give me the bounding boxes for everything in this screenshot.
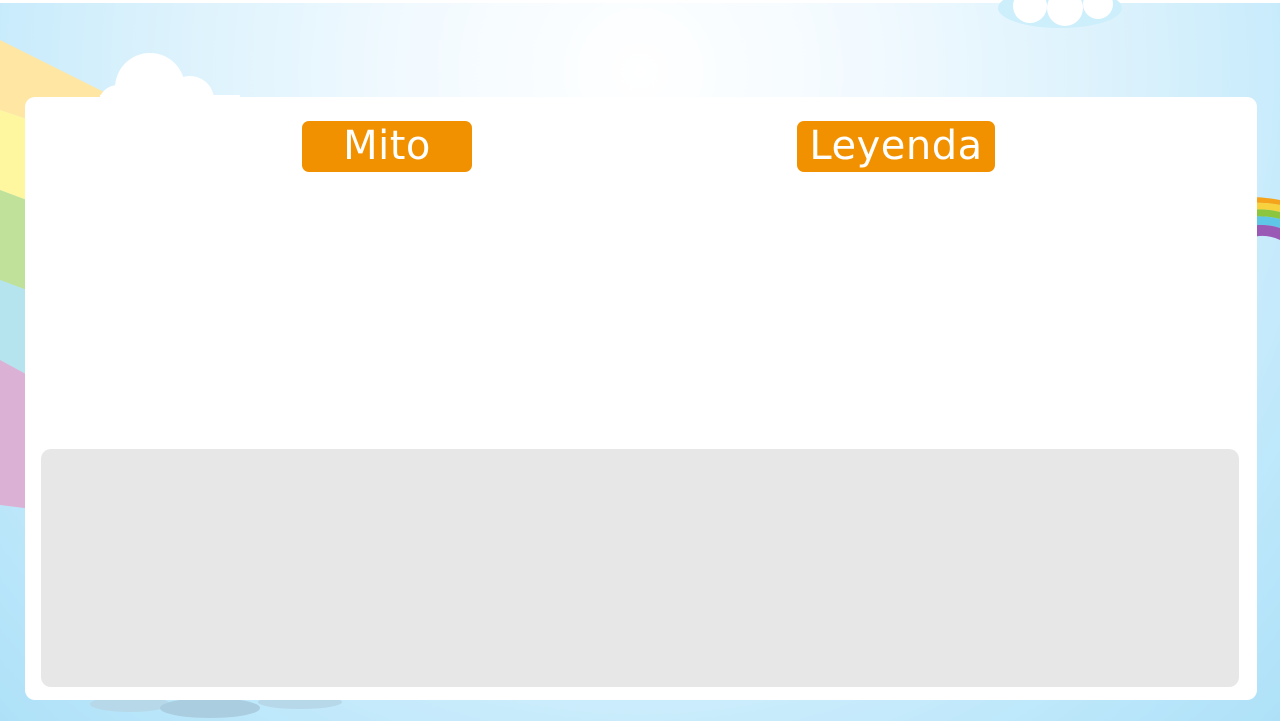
- text-area-box: [41, 449, 1239, 687]
- cloud-top-right-icon: [998, 0, 1122, 28]
- content-card: Mito Leyenda: [25, 97, 1257, 700]
- slide-canvas: Mito Leyenda: [0, 0, 1280, 721]
- leyenda-label: Leyenda: [797, 121, 995, 172]
- mito-label: Mito: [302, 121, 472, 172]
